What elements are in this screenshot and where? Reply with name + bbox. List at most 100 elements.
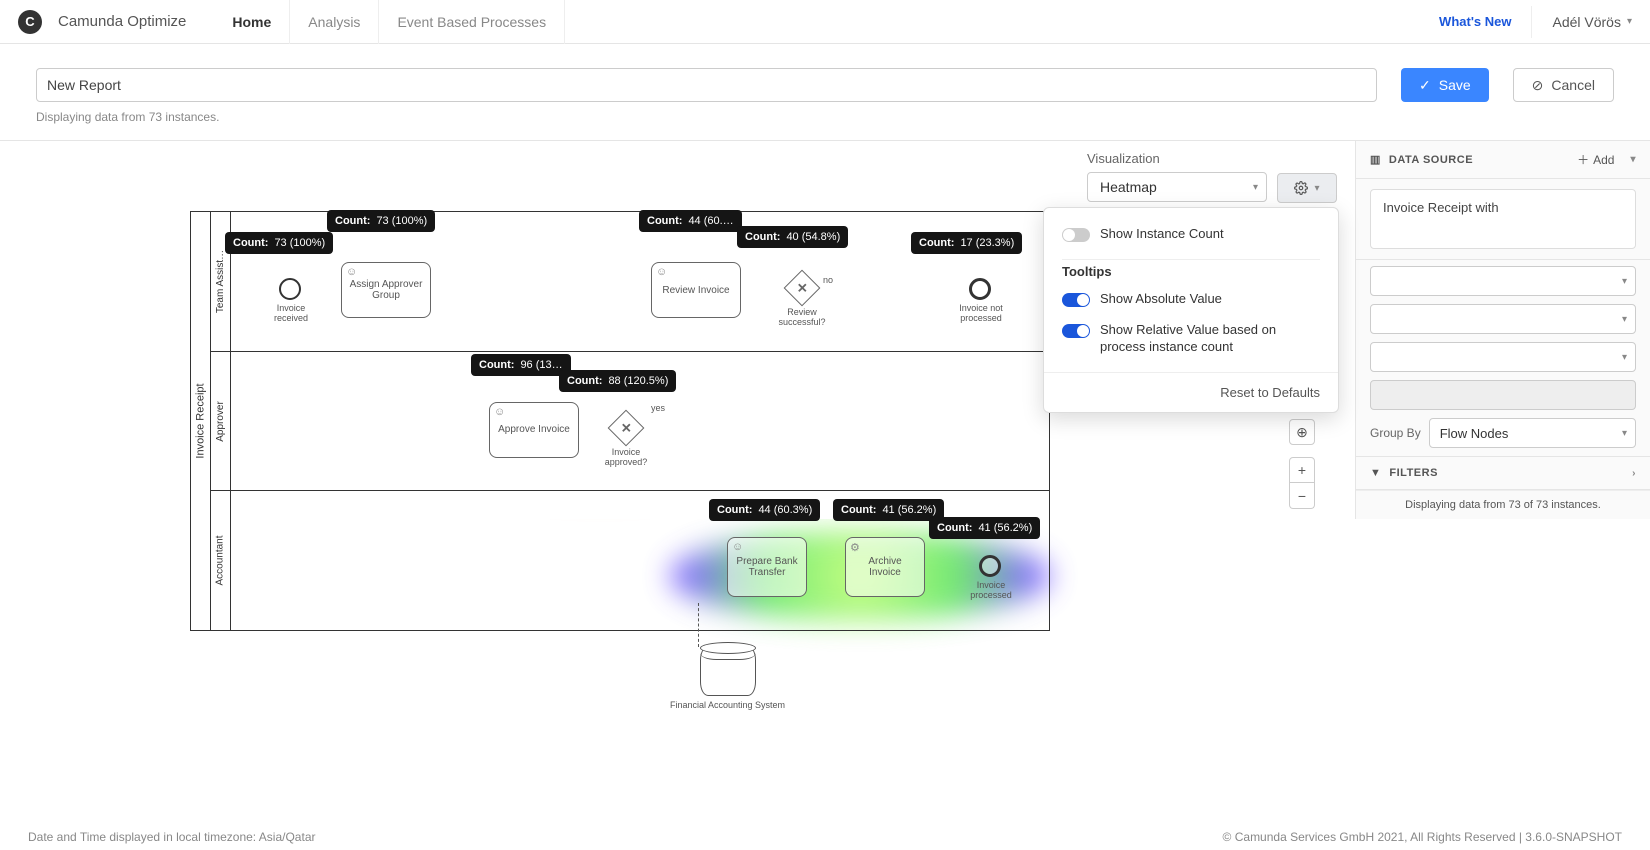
- end-event-not-processed[interactable]: [969, 278, 991, 300]
- check-icon: ✓: [1419, 77, 1431, 94]
- groupby-label: Group By: [1370, 426, 1421, 440]
- datastore-icon: [700, 646, 756, 696]
- chevron-down-icon: ▾: [1622, 276, 1627, 287]
- show-absolute-label: Show Absolute Value: [1100, 291, 1222, 308]
- user-icon: ☺: [656, 266, 667, 278]
- user-menu[interactable]: Adél Vörös ▾: [1531, 6, 1632, 38]
- locate-button[interactable]: ⊕: [1289, 419, 1315, 445]
- chevron-down-icon: ▾: [1622, 314, 1627, 325]
- lane-approver: Approver: [215, 401, 226, 442]
- logo: C: [18, 10, 42, 34]
- end-not-label: Invoice not processed: [953, 304, 1009, 324]
- task-review-invoice[interactable]: ☺ Review Invoice: [651, 262, 741, 318]
- report-config-select-1[interactable]: ▾: [1370, 266, 1636, 296]
- user-icon: ☺: [346, 266, 357, 278]
- task-assign-approver[interactable]: ☺ Assign Approver Group: [341, 262, 431, 318]
- data-store: Financial Accounting System: [670, 646, 785, 710]
- chevron-down-icon: ▾: [1253, 182, 1258, 193]
- crosshair-icon: ⊕: [1296, 424, 1308, 441]
- cancel-button[interactable]: ⊘ Cancel: [1513, 68, 1614, 102]
- zoom-out-button[interactable]: −: [1289, 483, 1315, 509]
- end-event-processed[interactable]: [979, 555, 1001, 577]
- chevron-down-icon: ▾: [1622, 352, 1627, 363]
- gear-icon: [1294, 181, 1308, 195]
- tooltip-prepare: Count:44 (60.3%): [709, 499, 820, 521]
- edge-no-label: no: [823, 276, 833, 286]
- toggle-show-relative[interactable]: [1062, 324, 1090, 338]
- start-event[interactable]: [279, 278, 301, 300]
- end-processed-label: Invoice processed: [963, 581, 1019, 601]
- gateway-review-label: Review successful?: [773, 308, 831, 328]
- task-archive-invoice[interactable]: ⚙ Archive Invoice: [845, 537, 925, 597]
- panel-footer-note: Displaying data from 73 of 73 instances.: [1356, 490, 1650, 519]
- tooltip-assign: Count:73 (100%): [327, 210, 435, 232]
- report-config-select-4[interactable]: [1370, 380, 1636, 410]
- datasource-icon: ▥: [1370, 153, 1381, 166]
- datasource-item[interactable]: Invoice Receipt with: [1370, 189, 1636, 249]
- filters-section-header[interactable]: ▼ Filters ›: [1356, 457, 1650, 490]
- gateway-invoice-approved[interactable]: ✕: [608, 409, 645, 446]
- lane-team-assist: Team Assist…: [215, 250, 226, 313]
- report-header: ✓ Save ⊘ Cancel: [0, 44, 1650, 110]
- cancel-icon: ⊘: [1532, 77, 1544, 94]
- visualization-label: Visualization: [1087, 151, 1267, 166]
- tooltip-review: Count:44 (60.…: [639, 210, 742, 232]
- brand-name: Camunda Optimize: [58, 13, 186, 30]
- user-name: Adél Vörös: [1552, 14, 1620, 30]
- gateway-approved-label: Invoice approved?: [597, 448, 655, 468]
- report-name-input[interactable]: [36, 68, 1377, 102]
- toggle-show-instance-count[interactable]: [1062, 228, 1090, 242]
- data-association-line: [698, 603, 699, 647]
- report-config-select-2[interactable]: ▾: [1370, 304, 1636, 334]
- tooltip-archive: Count:41 (56.2%): [833, 499, 944, 521]
- task-prepare-bank-transfer[interactable]: ☺ Prepare Bank Transfer: [727, 537, 807, 597]
- filter-icon: ▼: [1370, 467, 1381, 479]
- user-icon: ☺: [732, 541, 743, 553]
- edge-yes-label: yes: [651, 404, 665, 414]
- zoom-in-button[interactable]: +: [1289, 457, 1315, 483]
- tooltip-review-gw: Count:40 (54.8%): [737, 226, 848, 248]
- whats-new-link[interactable]: What's New: [1439, 14, 1511, 29]
- start-event-label: Invoice received: [269, 304, 313, 324]
- plus-icon: +: [1298, 462, 1306, 478]
- chevron-down-icon: ▾: [1627, 16, 1632, 27]
- chevron-down-icon: ▾: [1314, 183, 1319, 194]
- task-approve-invoice[interactable]: ☺ Approve Invoice: [489, 402, 579, 458]
- chevron-down-icon: ▾: [1630, 154, 1636, 165]
- nav-event-based-processes[interactable]: Event Based Processes: [379, 0, 565, 44]
- chevron-right-icon: ›: [1632, 468, 1636, 479]
- service-icon: ⚙: [850, 541, 860, 554]
- pool-title: Invoice Receipt: [195, 383, 207, 458]
- tooltips-heading: Tooltips: [1044, 260, 1338, 287]
- nav-home[interactable]: Home: [214, 0, 290, 44]
- groupby-select[interactable]: Flow Nodes ▾: [1429, 418, 1636, 448]
- bpmn-diagram: Invoice Receipt Team Assist… Invoice rec…: [190, 211, 1050, 631]
- tooltip-approve-gw: Count:88 (120.5%): [559, 370, 676, 392]
- user-icon: ☺: [494, 406, 505, 418]
- visualization-select[interactable]: Heatmap ▾: [1087, 172, 1267, 202]
- footer-timezone: Date and Time displayed in local timezon…: [28, 830, 315, 844]
- nav-analysis[interactable]: Analysis: [290, 0, 379, 44]
- show-instance-label: Show Instance Count: [1100, 226, 1224, 243]
- minus-icon: −: [1298, 488, 1306, 504]
- instance-sub-info: Displaying data from 73 instances.: [0, 110, 1650, 140]
- report-config-select-3[interactable]: ▾: [1370, 342, 1636, 372]
- app-footer: Date and Time displayed in local timezon…: [0, 824, 1650, 850]
- visualization-settings-button[interactable]: ▾: [1277, 173, 1337, 203]
- settings-popover: Show Instance Count Tooltips Show Absolu…: [1043, 207, 1339, 413]
- save-button[interactable]: ✓ Save: [1401, 68, 1489, 102]
- datasource-section-header[interactable]: ▥ Data Source ＋ Add ▾: [1356, 141, 1650, 179]
- add-datasource-button[interactable]: ＋ Add: [1577, 151, 1614, 168]
- tooltip-approve: Count:96 (13…: [471, 354, 571, 376]
- tooltip-start: Count:73 (100%): [225, 232, 333, 254]
- tooltip-end-not: Count:17 (23.3%): [911, 232, 1022, 254]
- side-panel: ▥ Data Source ＋ Add ▾ Invoice Receipt wi…: [1355, 141, 1650, 519]
- diagram-canvas[interactable]: Visualization Heatmap ▾ ▾ Show Instance …: [0, 141, 1355, 519]
- lane-accountant: Accountant: [215, 536, 226, 586]
- tooltip-end-proc: Count:41 (56.2%): [929, 517, 1040, 539]
- toggle-show-absolute[interactable]: [1062, 293, 1090, 307]
- plus-icon: ＋: [1577, 151, 1589, 168]
- gateway-review-successful[interactable]: ✕: [784, 270, 821, 307]
- reset-defaults-button[interactable]: Reset to Defaults: [1044, 372, 1338, 412]
- chevron-down-icon: ▾: [1622, 428, 1627, 439]
